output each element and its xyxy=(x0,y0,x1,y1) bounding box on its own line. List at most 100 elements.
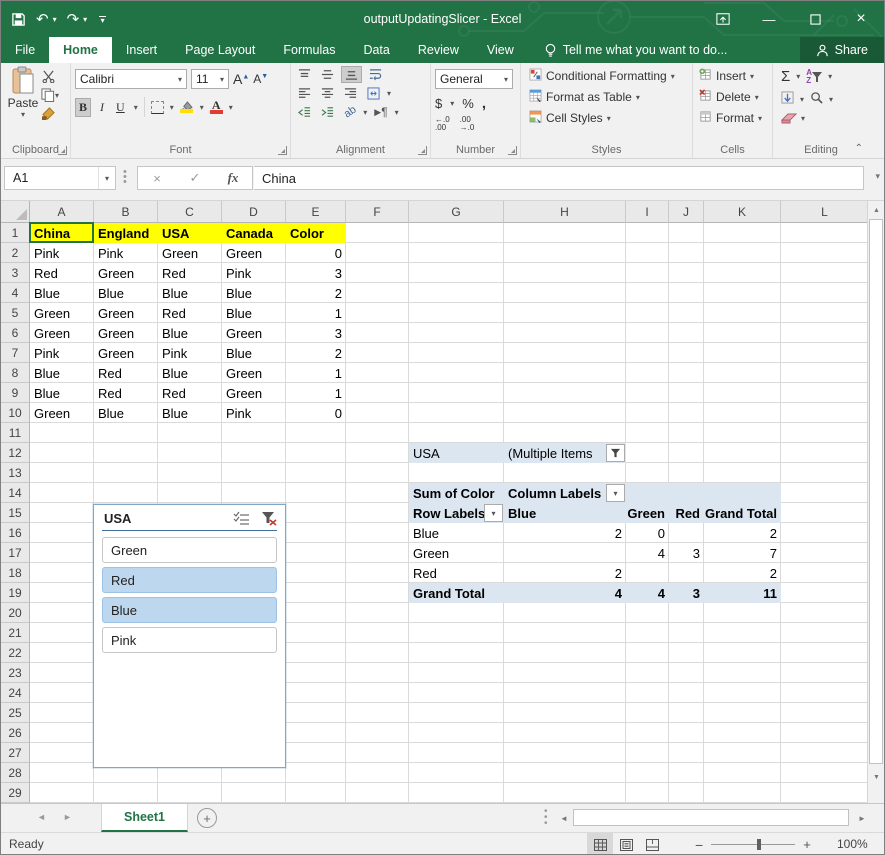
sheet-nav-right-icon[interactable]: ► xyxy=(63,812,72,822)
row-header-15[interactable]: 15 xyxy=(1,503,30,523)
row-header-20[interactable]: 20 xyxy=(1,603,30,623)
enter-entry-icon[interactable]: ✓ xyxy=(176,167,214,189)
delete-cells-label[interactable]: Delete xyxy=(716,90,751,104)
fill-color-caret-icon[interactable]: ▾ xyxy=(200,103,204,112)
column-header-H[interactable]: H xyxy=(504,201,626,223)
save-icon[interactable] xyxy=(11,12,26,27)
increase-indent-icon[interactable] xyxy=(318,105,337,120)
pivot-value[interactable]: 4 xyxy=(626,543,669,563)
tab-home[interactable]: Home xyxy=(49,37,112,63)
cut-icon[interactable] xyxy=(41,70,59,83)
data-cell[interactable]: Green xyxy=(30,303,94,323)
slicer-multiselect-icon[interactable] xyxy=(233,511,251,526)
data-cell[interactable]: Pink xyxy=(222,403,286,423)
underline-button[interactable]: U xyxy=(113,99,128,116)
pivot-value[interactable]: 0 xyxy=(626,523,669,543)
row-header-16[interactable]: 16 xyxy=(1,523,30,543)
redo-caret-icon[interactable]: ▾ xyxy=(83,15,87,24)
pivot-fill-cell[interactable] xyxy=(626,483,669,503)
view-normal-icon[interactable] xyxy=(587,833,613,855)
data-cell[interactable]: Green xyxy=(222,243,286,263)
scroll-left-icon[interactable]: ◄ xyxy=(557,808,571,828)
customize-qat-icon[interactable]: ▾ xyxy=(99,16,106,23)
row-header-10[interactable]: 10 xyxy=(1,403,30,423)
row-header-5[interactable]: 5 xyxy=(1,303,30,323)
name-box-caret-icon[interactable]: ▾ xyxy=(98,167,115,189)
cancel-entry-icon[interactable]: × xyxy=(138,167,176,189)
name-box[interactable]: A1 ▾ xyxy=(4,166,116,190)
underline-caret-icon[interactable]: ▾ xyxy=(134,103,138,112)
close-button[interactable]: × xyxy=(838,1,884,37)
horizontal-scroll-thumb[interactable] xyxy=(573,809,849,826)
undo-caret-icon[interactable]: ▾ xyxy=(53,15,57,24)
data-cell[interactable]: Green xyxy=(30,323,94,343)
data-cell[interactable]: 1 xyxy=(286,303,346,323)
tab-review[interactable]: Review xyxy=(404,37,473,63)
pivot-grand-total-value[interactable]: 3 xyxy=(669,583,704,603)
alignment-dialog-launcher[interactable] xyxy=(418,146,427,155)
data-cell[interactable]: 0 xyxy=(286,403,346,423)
row-header-9[interactable]: 9 xyxy=(1,383,30,403)
column-header-J[interactable]: J xyxy=(669,201,704,223)
pivot-column-labels-dropdown[interactable]: ▾ xyxy=(606,484,625,502)
comma-format-button[interactable]: , xyxy=(482,95,486,112)
vertical-scroll-thumb[interactable] xyxy=(869,219,883,764)
view-page-layout-icon[interactable] xyxy=(613,833,639,855)
slicer-item-blue[interactable]: Blue xyxy=(102,597,277,623)
row-header-6[interactable]: 6 xyxy=(1,323,30,343)
data-cell[interactable]: 2 xyxy=(286,283,346,303)
increase-decimal-icon[interactable]: ←.0.00 xyxy=(435,116,450,132)
data-cell[interactable]: 2 xyxy=(286,343,346,363)
row-header-27[interactable]: 27 xyxy=(1,743,30,763)
column-header-G[interactable]: G xyxy=(409,201,504,223)
borders-button[interactable] xyxy=(151,101,164,114)
cell-styles-label[interactable]: Cell Styles xyxy=(546,111,603,125)
zoom-level[interactable]: 100% xyxy=(837,837,868,851)
insert-function-icon[interactable]: fx xyxy=(214,167,252,189)
sort-filter-icon[interactable]: AZ xyxy=(806,69,822,85)
pivot-value[interactable]: 2 xyxy=(504,563,626,583)
data-cell[interactable]: Blue xyxy=(158,283,222,303)
pivot-col-header[interactable]: Blue xyxy=(504,503,626,523)
row-header-23[interactable]: 23 xyxy=(1,663,30,683)
row-header-1[interactable]: 1 xyxy=(1,223,30,243)
text-direction-caret-icon[interactable]: ▾ xyxy=(395,108,399,117)
pivot-row-label[interactable]: Green xyxy=(409,543,504,563)
data-cell[interactable]: Red xyxy=(158,303,222,323)
sheet-tab-sheet1[interactable]: Sheet1 xyxy=(101,804,188,832)
slicer-item-red[interactable]: Red xyxy=(102,567,277,593)
data-cell[interactable]: 1 xyxy=(286,363,346,383)
data-cell[interactable]: Blue xyxy=(158,323,222,343)
row-header-3[interactable]: 3 xyxy=(1,263,30,283)
pivot-filter-funnel-button[interactable] xyxy=(606,444,625,462)
data-cell[interactable]: Green xyxy=(222,363,286,383)
select-all-corner[interactable] xyxy=(1,201,30,223)
scroll-right-icon[interactable]: ► xyxy=(855,808,869,828)
data-cell[interactable]: Red xyxy=(94,363,158,383)
column-header-E[interactable]: E xyxy=(286,201,346,223)
paste-button[interactable]: Paste ▾ xyxy=(5,66,41,120)
data-cell[interactable]: Red xyxy=(94,383,158,403)
row-header-21[interactable]: 21 xyxy=(1,623,30,643)
pivot-value[interactable]: 3 xyxy=(669,543,704,563)
column-header-D[interactable]: D xyxy=(222,201,286,223)
tab-formulas[interactable]: Formulas xyxy=(269,37,349,63)
currency-caret-icon[interactable]: ▾ xyxy=(450,99,454,108)
pivot-col-header[interactable]: Green xyxy=(626,503,669,523)
data-cell[interactable]: Pink xyxy=(158,343,222,363)
data-cell[interactable]: Pink xyxy=(222,263,286,283)
fill-down-icon[interactable] xyxy=(781,91,794,107)
data-cell[interactable]: Green xyxy=(94,343,158,363)
zoom-slider[interactable] xyxy=(711,844,795,845)
column-header-K[interactable]: K xyxy=(704,201,781,223)
data-cell[interactable]: Blue xyxy=(222,283,286,303)
pivot-grand-total-value[interactable]: 4 xyxy=(626,583,669,603)
row-header-22[interactable]: 22 xyxy=(1,643,30,663)
merge-caret-icon[interactable]: ▾ xyxy=(387,89,391,98)
currency-format-button[interactable]: $ xyxy=(435,96,442,111)
row-header-26[interactable]: 26 xyxy=(1,723,30,743)
tell-me-box[interactable]: Tell me what you want to do... xyxy=(528,37,728,63)
scroll-down-icon[interactable]: ▼ xyxy=(869,769,884,785)
row-header-28[interactable]: 28 xyxy=(1,763,30,783)
row-header-14[interactable]: 14 xyxy=(1,483,30,503)
